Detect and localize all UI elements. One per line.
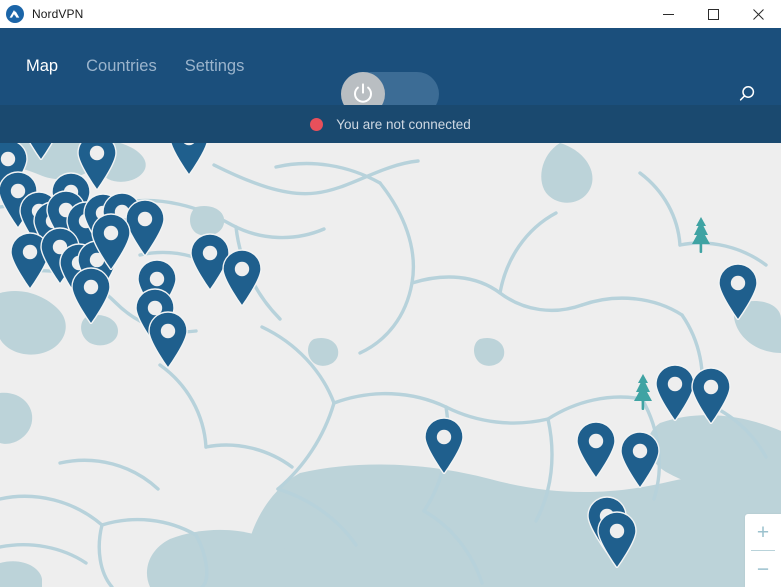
status-text: You are not connected [336, 116, 471, 132]
server-pin[interactable] [618, 431, 662, 488]
nav-tabs: Map Countries Settings [0, 58, 244, 75]
connection-status-bar: You are not connected [0, 105, 781, 143]
server-pin[interactable] [167, 143, 211, 175]
title-bar: NordVPN [0, 0, 781, 28]
tab-map[interactable]: Map [26, 58, 58, 75]
server-pin[interactable] [716, 263, 760, 320]
map-zoom-controls: + − [745, 514, 781, 587]
title-bar-left: NordVPN [0, 0, 646, 28]
zoom-in-button[interactable]: + [745, 514, 781, 550]
server-pin[interactable] [89, 213, 133, 270]
server-pin[interactable] [146, 311, 190, 368]
status-indicator-dot [310, 117, 324, 131]
power-icon [350, 81, 376, 107]
server-pin[interactable] [595, 511, 639, 568]
window-title: NordVPN [32, 7, 84, 21]
nav-bar: Map Countries Settings [0, 28, 781, 116]
server-pin[interactable] [574, 421, 618, 478]
server-pin[interactable] [220, 249, 264, 306]
minimize-icon[interactable] [646, 0, 691, 28]
tab-countries[interactable]: Countries [86, 58, 157, 75]
server-pin[interactable] [422, 417, 466, 474]
close-icon[interactable] [736, 0, 781, 28]
world-map[interactable]: + − [0, 143, 781, 587]
tab-settings[interactable]: Settings [185, 58, 245, 75]
server-pin-layer [0, 143, 781, 587]
server-pin[interactable] [69, 267, 113, 324]
server-pin[interactable] [689, 367, 733, 424]
nordvpn-logo-icon [6, 5, 24, 23]
maximize-icon[interactable] [691, 0, 736, 28]
window-controls [646, 0, 781, 28]
zoom-out-button[interactable]: − [745, 551, 781, 587]
nordvpn-app-window: NordVPN Map Countries Settings You are n… [0, 0, 781, 587]
